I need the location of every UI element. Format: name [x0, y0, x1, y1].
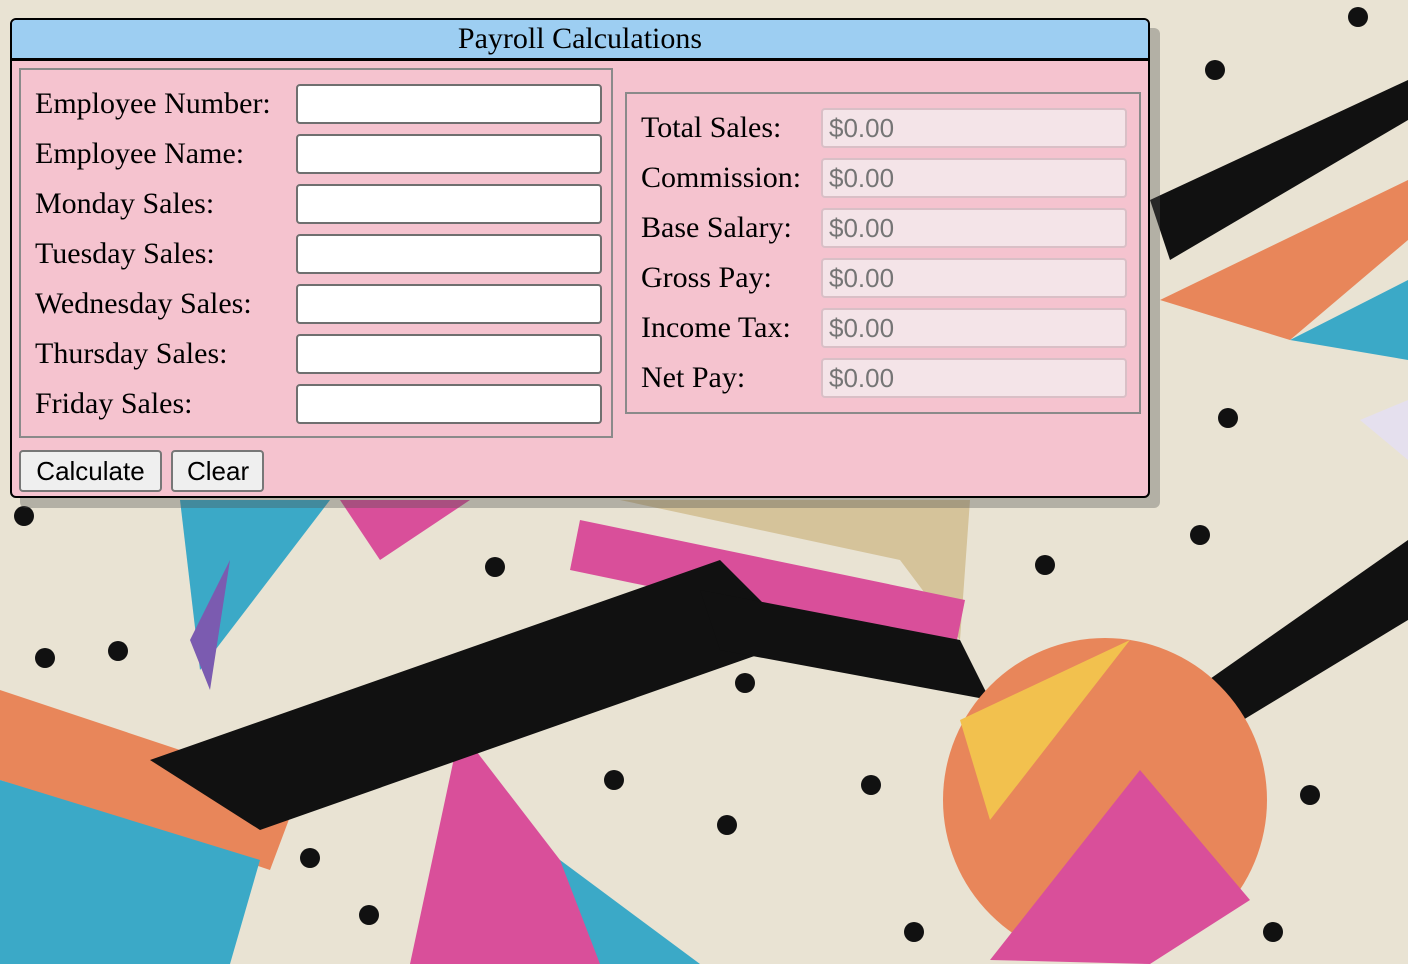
tuesday-sales-label: Tuesday Sales: [35, 237, 215, 270]
employee-input-fieldset: Employee Number: Employee Name: Monday S… [19, 68, 613, 438]
income-tax-label: Income Tax: [641, 311, 791, 344]
gross-pay-label: Gross Pay: [641, 261, 772, 294]
clear-button[interactable]: Clear [171, 450, 264, 492]
base-salary-output: $0.00 [821, 208, 1127, 248]
tuesday-sales-input[interactable] [296, 234, 602, 274]
employee-number-label: Employee Number: [35, 87, 271, 120]
gross-pay-output: $0.00 [821, 258, 1127, 298]
employee-name-input[interactable] [296, 134, 602, 174]
monday-sales-input[interactable] [296, 184, 602, 224]
employee-number-input[interactable] [296, 84, 602, 124]
income-tax-output: $0.00 [821, 308, 1127, 348]
net-pay-label: Net Pay: [641, 361, 746, 394]
thursday-sales-label: Thursday Sales: [35, 337, 228, 370]
wednesday-sales-label: Wednesday Sales: [35, 287, 252, 320]
total-sales-label: Total Sales: [641, 111, 782, 144]
payroll-window: Payroll Calculations Employee Number: Em… [10, 18, 1150, 498]
friday-sales-input[interactable] [296, 384, 602, 424]
thursday-sales-input[interactable] [296, 334, 602, 374]
wednesday-sales-input[interactable] [296, 284, 602, 324]
base-salary-label: Base Salary: [641, 211, 792, 244]
employee-name-label: Employee Name: [35, 137, 245, 170]
net-pay-output: $0.00 [821, 358, 1127, 398]
monday-sales-label: Monday Sales: [35, 187, 215, 220]
commission-label: Commission: [641, 161, 802, 194]
total-sales-output: $0.00 [821, 108, 1127, 148]
payroll-results-fieldset: Total Sales: $0.00 Commission: $0.00 Bas… [625, 92, 1141, 414]
friday-sales-label: Friday Sales: [35, 387, 193, 420]
commission-output: $0.00 [821, 158, 1127, 198]
calculate-button[interactable]: Calculate [19, 450, 162, 492]
window-title: Payroll Calculations [12, 20, 1148, 61]
